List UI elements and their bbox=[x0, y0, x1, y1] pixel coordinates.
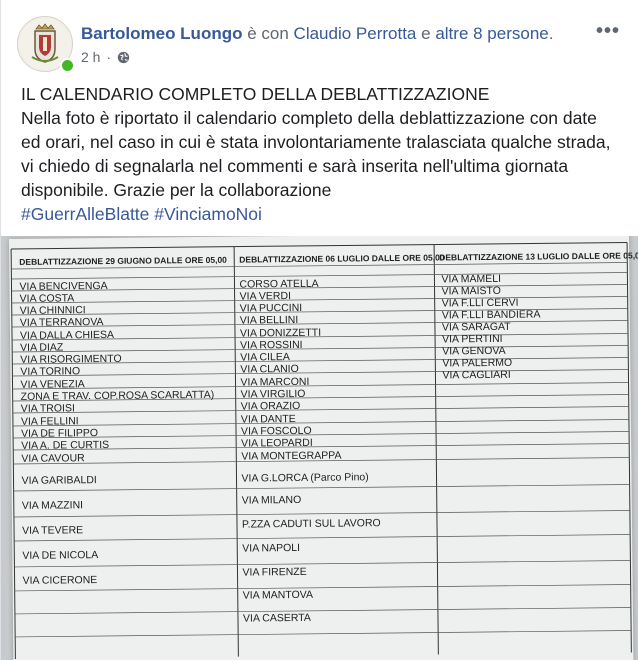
row-line bbox=[12, 406, 629, 414]
row-line bbox=[13, 484, 630, 492]
street-cell: VIA DONIZZETTI bbox=[239, 326, 322, 340]
street-cell: VIA FIRENZE bbox=[242, 565, 307, 579]
street-cell: VIA MARCONI bbox=[240, 375, 310, 389]
row-line bbox=[12, 419, 629, 427]
street-cell: VIA TEVERE bbox=[21, 524, 84, 537]
street-cell: VIA CICERONE bbox=[22, 574, 98, 587]
post-header: Bartolomeo Luongo è con Claudio Perrotta… bbox=[17, 14, 622, 74]
street-cell: VIA CASERTA bbox=[242, 611, 311, 625]
street-cell: VIA TERRANOVA bbox=[19, 316, 104, 329]
street-cell: VIA SARAGAT bbox=[441, 320, 511, 334]
post-paragraph: Nella foto è riportato il calendario com… bbox=[21, 108, 611, 200]
hashtag-link[interactable]: #GuerrAlleBlatte bbox=[21, 204, 149, 224]
street-cell: VIA DALLA CHIESA bbox=[19, 328, 115, 342]
street-cell: VIA DANTE bbox=[240, 413, 296, 426]
street-cell: VIA GENOVA bbox=[442, 344, 506, 358]
hashtag-link[interactable]: #VinciamoNoi bbox=[154, 204, 262, 224]
street-cell: P.ZZA CADUTI SUL LAVORO bbox=[241, 517, 381, 531]
street-cell: VIA BELLINI bbox=[239, 313, 299, 327]
row-line bbox=[12, 382, 629, 390]
street-cell: VIA VERDI bbox=[239, 290, 292, 303]
street-cell: VIA CAVOUR bbox=[21, 452, 85, 465]
row-line bbox=[12, 369, 629, 377]
street-cell: VIA FOSCOLO bbox=[240, 424, 312, 438]
row-line bbox=[13, 510, 630, 518]
row-line bbox=[13, 431, 630, 439]
street-cell: VIA PALERMO bbox=[442, 356, 513, 370]
street-cell: VIA VENEZIA bbox=[20, 378, 85, 391]
street-cell: VIA F.LLI BANDIERA bbox=[441, 308, 541, 322]
post-text: IL CALENDARIO COMPLETO DELLA DEBLATTIZZA… bbox=[21, 82, 621, 226]
street-cell: VIA CAGLIARI bbox=[442, 368, 511, 382]
post-photo[interactable]: DEBLATTIZZAZIONE 29 GIUGNO DALLE ORE 05,… bbox=[1, 236, 638, 660]
author-name-link[interactable]: Bartolomeo Luongo bbox=[81, 24, 242, 43]
street-cell: VIA ORAZIO bbox=[240, 399, 301, 413]
online-status-dot bbox=[60, 58, 75, 73]
street-cell: VIA NAPOLI bbox=[242, 541, 301, 555]
street-cell: VIA MAZZINI bbox=[21, 499, 84, 512]
street-cell: CORSO ATELLA bbox=[239, 277, 319, 291]
row-line bbox=[11, 272, 628, 280]
separator-dot: · bbox=[106, 49, 112, 65]
street-cell: VIA COSTA bbox=[19, 292, 75, 305]
tagged-person-link[interactable]: Claudio Perrotta bbox=[294, 24, 417, 43]
street-cell: VIA MAMELI bbox=[441, 272, 502, 286]
street-cell: ZONA E TRAV. COP.ROSA SCARLATTA) bbox=[20, 388, 215, 403]
row-line bbox=[12, 345, 629, 353]
street-cell: VIA TROISI bbox=[20, 402, 75, 415]
street-cell: VIA CHINNICI bbox=[19, 304, 86, 317]
street-cell: VIA DIAZ bbox=[20, 341, 64, 354]
with-text: è con bbox=[247, 24, 289, 43]
author-line: Bartolomeo Luongo è con Claudio Perrotta… bbox=[81, 24, 554, 43]
street-cell: VIA TORINO bbox=[20, 365, 81, 378]
street-cell: VIA CLANIO bbox=[240, 362, 299, 376]
others-link[interactable]: altre 8 persone bbox=[435, 24, 548, 43]
hashtags: #GuerrAlleBlatte #VinciamoNoi bbox=[21, 202, 621, 226]
public-globe-icon[interactable] bbox=[117, 51, 130, 64]
street-cell: VIA MILANO bbox=[241, 493, 302, 507]
row-line bbox=[14, 607, 631, 615]
street-cell: VIA GARIBALDI bbox=[21, 474, 97, 487]
street-cell: VIA MONTEGRAPPA bbox=[241, 449, 342, 463]
post-meta: 2 h · bbox=[81, 49, 130, 65]
row-line bbox=[11, 296, 628, 304]
street-cell: VIA PUCCINI bbox=[239, 301, 303, 315]
street-cell: VIA MAISTO bbox=[441, 284, 501, 298]
street-cell: VIA BENCIVENGA bbox=[19, 279, 108, 293]
street-cell: VIA DE FILIPPO bbox=[20, 427, 99, 440]
row-line bbox=[14, 534, 631, 542]
street-cell: VIA LEOPARDI bbox=[241, 436, 313, 450]
street-cell: VIA G.LORCA (Parco Pino) bbox=[241, 471, 369, 485]
post-title: IL CALENDARIO COMPLETO DELLA DEBLATTIZZA… bbox=[21, 84, 490, 104]
street-cell: VIA RISORGIMENTO bbox=[20, 352, 122, 366]
calendar-sheet: DEBLATTIZZAZIONE 29 GIUGNO DALLE ORE 05,… bbox=[9, 236, 638, 660]
facebook-post: Bartolomeo Luongo è con Claudio Perrotta… bbox=[0, 0, 638, 660]
more-options-icon[interactable]: ••• bbox=[596, 20, 620, 43]
street-cell: VIA DE NICOLA bbox=[22, 549, 99, 562]
street-cell: VIA A. DE CURTIS bbox=[21, 438, 110, 452]
street-cell: VIA VIRGILIO bbox=[240, 387, 306, 401]
street-cell: VIA MANTOVA bbox=[242, 588, 314, 602]
street-cell: VIA CILEA bbox=[240, 351, 290, 364]
timestamp-link[interactable]: 2 h bbox=[81, 49, 100, 65]
row-line bbox=[14, 560, 631, 568]
row-line bbox=[15, 630, 632, 638]
street-cell: VIA PERTINI bbox=[442, 332, 503, 346]
row-line bbox=[14, 584, 631, 592]
street-cell: VIA FELLINI bbox=[20, 415, 79, 428]
and-text: e bbox=[421, 24, 431, 43]
column-header: DEBLATTIZZAZIONE 13 LUGLIO DALLE ORE 05,… bbox=[439, 250, 638, 263]
street-cell: VIA ROSSINI bbox=[240, 338, 303, 352]
street-cell: VIA F.LLI CERVI bbox=[441, 296, 519, 310]
